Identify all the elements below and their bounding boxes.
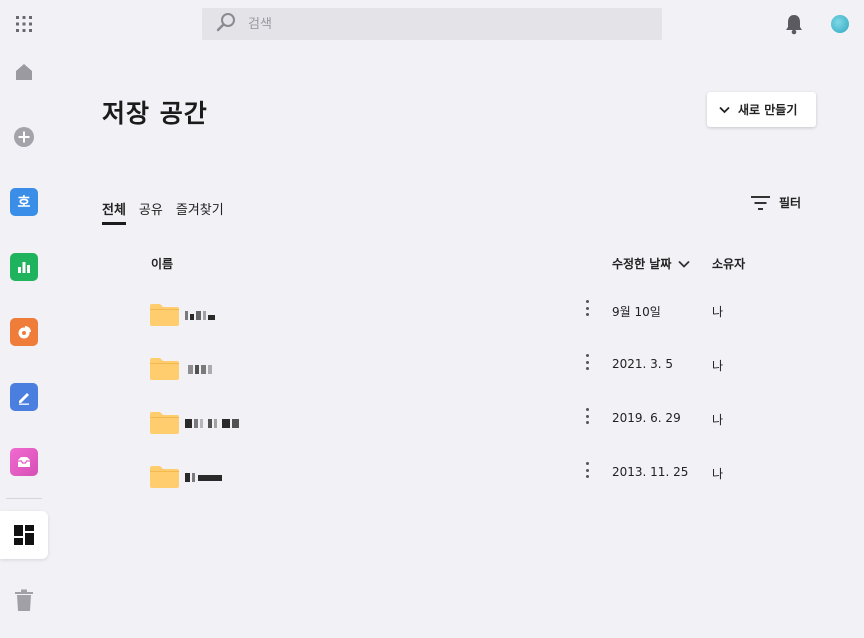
filter-icon (751, 195, 770, 210)
modified-date: 2019. 6. 29 (612, 411, 681, 425)
search-bar[interactable] (202, 8, 662, 40)
modified-date: 9월 10일 (612, 305, 661, 319)
chevron-down-icon (719, 106, 730, 113)
folder-icon (150, 358, 179, 380)
folder-icon (150, 412, 179, 434)
blurred-file-name (185, 473, 224, 482)
spreadsheet-app[interactable] (10, 253, 38, 281)
table-row[interactable]: 2013. 11. 25 나 (150, 460, 850, 500)
owner: 나 (712, 467, 724, 481)
new-button-label: 새로 만들기 (738, 103, 798, 117)
rail-divider (6, 498, 42, 499)
table-row[interactable]: 2021. 3. 5 나 (150, 352, 850, 392)
folder-icon (150, 466, 179, 488)
column-header-owner[interactable]: 소유자 (712, 255, 745, 272)
owner: 나 (712, 359, 724, 373)
table-row[interactable]: 9월 10일 나 (150, 298, 850, 338)
page-title: 저장 공간 (102, 99, 208, 128)
blurred-file-name (185, 419, 241, 428)
left-rail: 호 (0, 0, 48, 638)
filter-label: 필터 (779, 196, 802, 210)
table-row[interactable]: 2019. 6. 29 나 (150, 406, 850, 446)
spreadsheet-app-icon (10, 253, 38, 281)
folder-icon (150, 304, 179, 326)
apps-grid-icon[interactable] (10, 10, 38, 38)
owner: 나 (712, 305, 724, 319)
trash-icon[interactable] (10, 586, 38, 614)
sort-chevron-down-icon (678, 260, 691, 268)
notification-bell-icon[interactable] (784, 13, 804, 35)
owner: 나 (712, 413, 724, 427)
column-header-name[interactable]: 이름 (151, 255, 173, 272)
avatar[interactable] (831, 15, 849, 33)
notes-app[interactable] (10, 383, 38, 411)
word-app-glyph: 호 (17, 195, 31, 211)
new-button[interactable]: 새로 만들기 (707, 92, 816, 127)
presentation-app[interactable] (10, 318, 38, 346)
home-icon[interactable] (10, 58, 38, 86)
word-app-icon: 호 (10, 188, 38, 216)
filter-button[interactable]: 필터 (751, 194, 801, 211)
notes-app-icon (10, 383, 38, 411)
blurred-file-name (185, 311, 217, 320)
drive-dashboard-icon[interactable] (10, 521, 38, 549)
tab-shared[interactable]: 공유 (139, 199, 163, 225)
modified-date: 2021. 3. 5 (612, 357, 674, 371)
modified-date: 2013. 11. 25 (612, 465, 689, 479)
search-input[interactable] (248, 16, 648, 32)
column-header-modified-label: 수정한 날짜 (612, 257, 672, 271)
more-options-icon[interactable] (582, 408, 592, 424)
tab-all[interactable]: 전체 (102, 199, 126, 225)
tab-bar: 전체 공유 즐겨찾기 (102, 199, 224, 225)
column-header-modified[interactable]: 수정한 날짜 (612, 255, 691, 272)
tab-favorites[interactable]: 즐겨찾기 (176, 199, 224, 225)
more-options-icon[interactable] (582, 300, 592, 316)
blurred-file-name (188, 365, 214, 374)
add-icon[interactable] (10, 123, 38, 151)
word-processor-app[interactable]: 호 (10, 188, 38, 216)
more-options-icon[interactable] (582, 354, 592, 370)
search-icon (216, 12, 236, 36)
mail-app[interactable] (10, 448, 38, 476)
presentation-app-icon (10, 318, 38, 346)
more-options-icon[interactable] (582, 462, 592, 478)
mail-app-icon (10, 448, 38, 476)
